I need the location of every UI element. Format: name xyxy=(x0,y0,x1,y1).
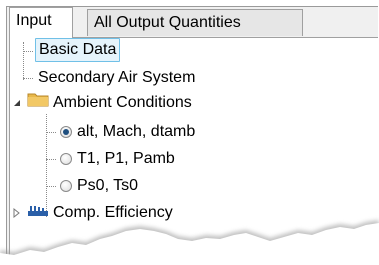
tab-input[interactable]: Input xyxy=(9,7,73,38)
torn-edge-decoration xyxy=(0,220,379,265)
